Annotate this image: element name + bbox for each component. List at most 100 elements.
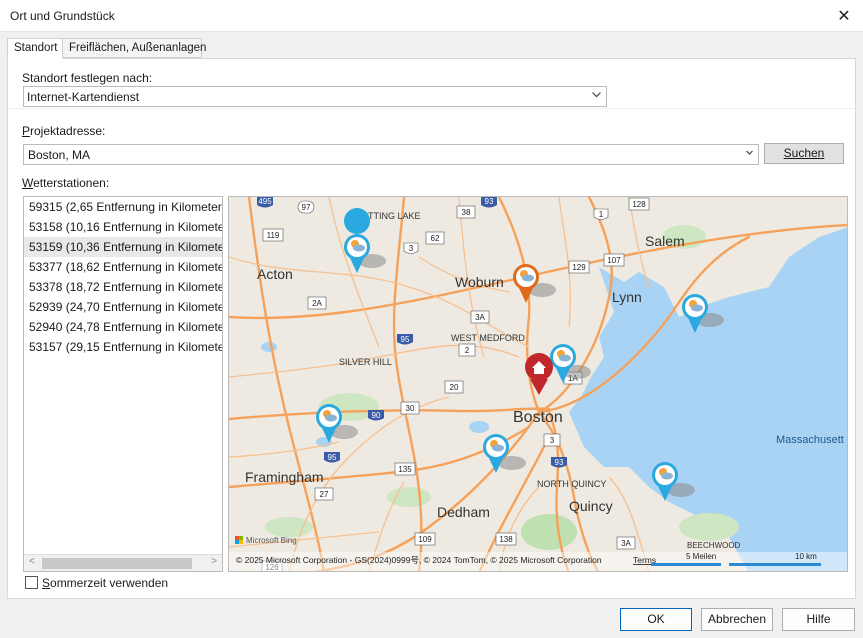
svg-text:3A: 3A [475, 313, 485, 322]
svg-text:3A: 3A [621, 539, 631, 548]
place-label: Massachusett [776, 434, 844, 446]
list-item[interactable]: 52939 (24,70 Entfernung in Kilometer [24, 297, 222, 317]
route-shield: 93 [481, 197, 497, 208]
svg-text:10 km: 10 km [795, 552, 817, 561]
scroll-thumb[interactable] [42, 558, 192, 569]
ok-button[interactable]: OK [620, 608, 692, 631]
tab-standort[interactable]: Standort [7, 38, 63, 59]
svg-text:129: 129 [572, 263, 586, 272]
route-shield: 27 [314, 487, 334, 501]
scroll-right-icon[interactable]: > [211, 556, 217, 567]
place-label: WEST MEDFORD [451, 333, 525, 343]
location-method-select[interactable]: Internet-Kartendienst [23, 86, 607, 107]
route-shield: 95 [397, 334, 413, 345]
svg-text:93: 93 [485, 197, 494, 206]
svg-text:2: 2 [465, 346, 470, 355]
svg-text:Microsoft Bing: Microsoft Bing [246, 536, 297, 545]
window-title: Ort und Grundstück [10, 9, 115, 23]
list-item[interactable]: 59315 (2,65 Entfernung in Kilometer [24, 197, 222, 217]
dst-checkbox[interactable] [25, 576, 38, 589]
location-method-label: Standort festlegen nach: [22, 71, 153, 85]
location-method-value: Internet-Kartendienst [27, 90, 140, 104]
list-item[interactable]: 53159 (10,36 Entfernung in Kilometer [24, 237, 222, 257]
stations-list[interactable]: 59315 (2,65 Entfernung in Kilometer 5315… [23, 196, 223, 572]
place-label: Lynn [612, 289, 642, 305]
route-shield: 3A [616, 536, 636, 550]
svg-text:138: 138 [499, 535, 513, 544]
svg-text:119: 119 [267, 231, 280, 240]
route-shield: 97 [297, 200, 315, 214]
list-item[interactable]: 53378 (18,72 Entfernung in Kilometer [24, 277, 222, 297]
svg-text:5 Meilen: 5 Meilen [686, 552, 716, 561]
list-item[interactable]: 53158 (10,16 Entfernung in Kilometer [24, 217, 222, 237]
cancel-button[interactable]: Abbrechen [701, 608, 773, 631]
chevron-down-icon[interactable] [745, 147, 754, 161]
place-label: NORTH QUINCY [537, 479, 606, 489]
place-label: Boston [513, 409, 563, 426]
horizontal-scrollbar[interactable]: < > [24, 554, 222, 571]
svg-text:1: 1 [599, 210, 604, 219]
place-label: BEECHWOOD [687, 541, 741, 550]
chevron-down-icon [591, 89, 602, 103]
route-shield: 62 [425, 231, 445, 245]
svg-text:62: 62 [431, 234, 440, 243]
map-copyright: © 2025 Microsoft Corporation - GS(2024)0… [236, 555, 602, 565]
route-shield: 495 [257, 197, 273, 208]
list-item[interactable]: 52940 (24,78 Entfernung in Kilometer [24, 317, 222, 337]
svg-text:97: 97 [302, 203, 311, 212]
svg-text:128: 128 [632, 200, 646, 209]
route-shield: 129 [568, 260, 590, 274]
route-shield: 2A [307, 296, 327, 310]
svg-text:38: 38 [462, 208, 471, 217]
address-label: Projektadresse: [22, 124, 106, 138]
place-label: Salem [645, 233, 685, 249]
place-label: Dedham [437, 504, 490, 520]
dst-label: Sommerzeit verwenden [42, 576, 169, 590]
svg-text:495: 495 [258, 197, 272, 206]
route-shield: 93 [551, 457, 567, 468]
address-value: Boston, MA [28, 148, 91, 162]
svg-text:20: 20 [450, 383, 459, 392]
route-shield: 30 [400, 401, 420, 415]
svg-text:2A: 2A [312, 299, 322, 308]
place-label: Woburn [455, 274, 504, 290]
tab-panel: Standort festlegen nach: Internet-Karten… [7, 58, 856, 599]
help-button[interactable]: Hilfe [782, 608, 855, 631]
route-shield: 3 [403, 242, 419, 254]
list-item[interactable]: 53377 (18,62 Entfernung in Kilometer [24, 257, 222, 277]
route-shield: 135 [394, 462, 416, 476]
place-label: Framingham [245, 469, 324, 485]
route-shield: 119 [262, 228, 284, 242]
tab-freiflaechen[interactable]: Freiflächen, Außenanlagen [62, 38, 206, 58]
svg-text:95: 95 [401, 335, 410, 344]
route-shield: 90 [368, 410, 384, 421]
stations-label: Wetterstationen: [22, 176, 110, 190]
route-shield: 2 [458, 343, 476, 357]
svg-text:3: 3 [409, 244, 414, 253]
route-shield: 138 [495, 532, 517, 546]
route-shield: 95 [324, 452, 340, 463]
map-view[interactable]: NUTTING LAKE Acton Woburn Salem Lynn WES… [228, 196, 848, 572]
route-shield: 128 [628, 197, 650, 211]
title-bar: Ort und Grundstück ✕ [0, 0, 863, 32]
list-item[interactable]: 53157 (29,15 Entfernung in Kilometer [24, 337, 222, 357]
svg-text:27: 27 [320, 490, 329, 499]
svg-text:90: 90 [372, 411, 381, 420]
svg-text:135: 135 [398, 465, 412, 474]
place-label: SILVER HILL [339, 357, 392, 367]
place-label: Quincy [569, 498, 613, 514]
svg-text:3: 3 [550, 436, 555, 445]
route-shield: 3 [543, 433, 561, 447]
svg-text:30: 30 [406, 404, 415, 413]
search-button[interactable]: Suchen [764, 143, 844, 164]
svg-text:95: 95 [328, 453, 337, 462]
close-icon[interactable]: ✕ [825, 0, 863, 32]
route-shield: 109 [414, 532, 436, 546]
route-shield: 3A [470, 310, 490, 324]
route-shield: 1 [593, 208, 609, 220]
place-label: Acton [257, 266, 293, 282]
svg-text:93: 93 [555, 458, 564, 467]
address-input[interactable]: Boston, MA [23, 144, 759, 165]
svg-text:107: 107 [607, 256, 621, 265]
scroll-left-icon[interactable]: < [29, 556, 35, 567]
